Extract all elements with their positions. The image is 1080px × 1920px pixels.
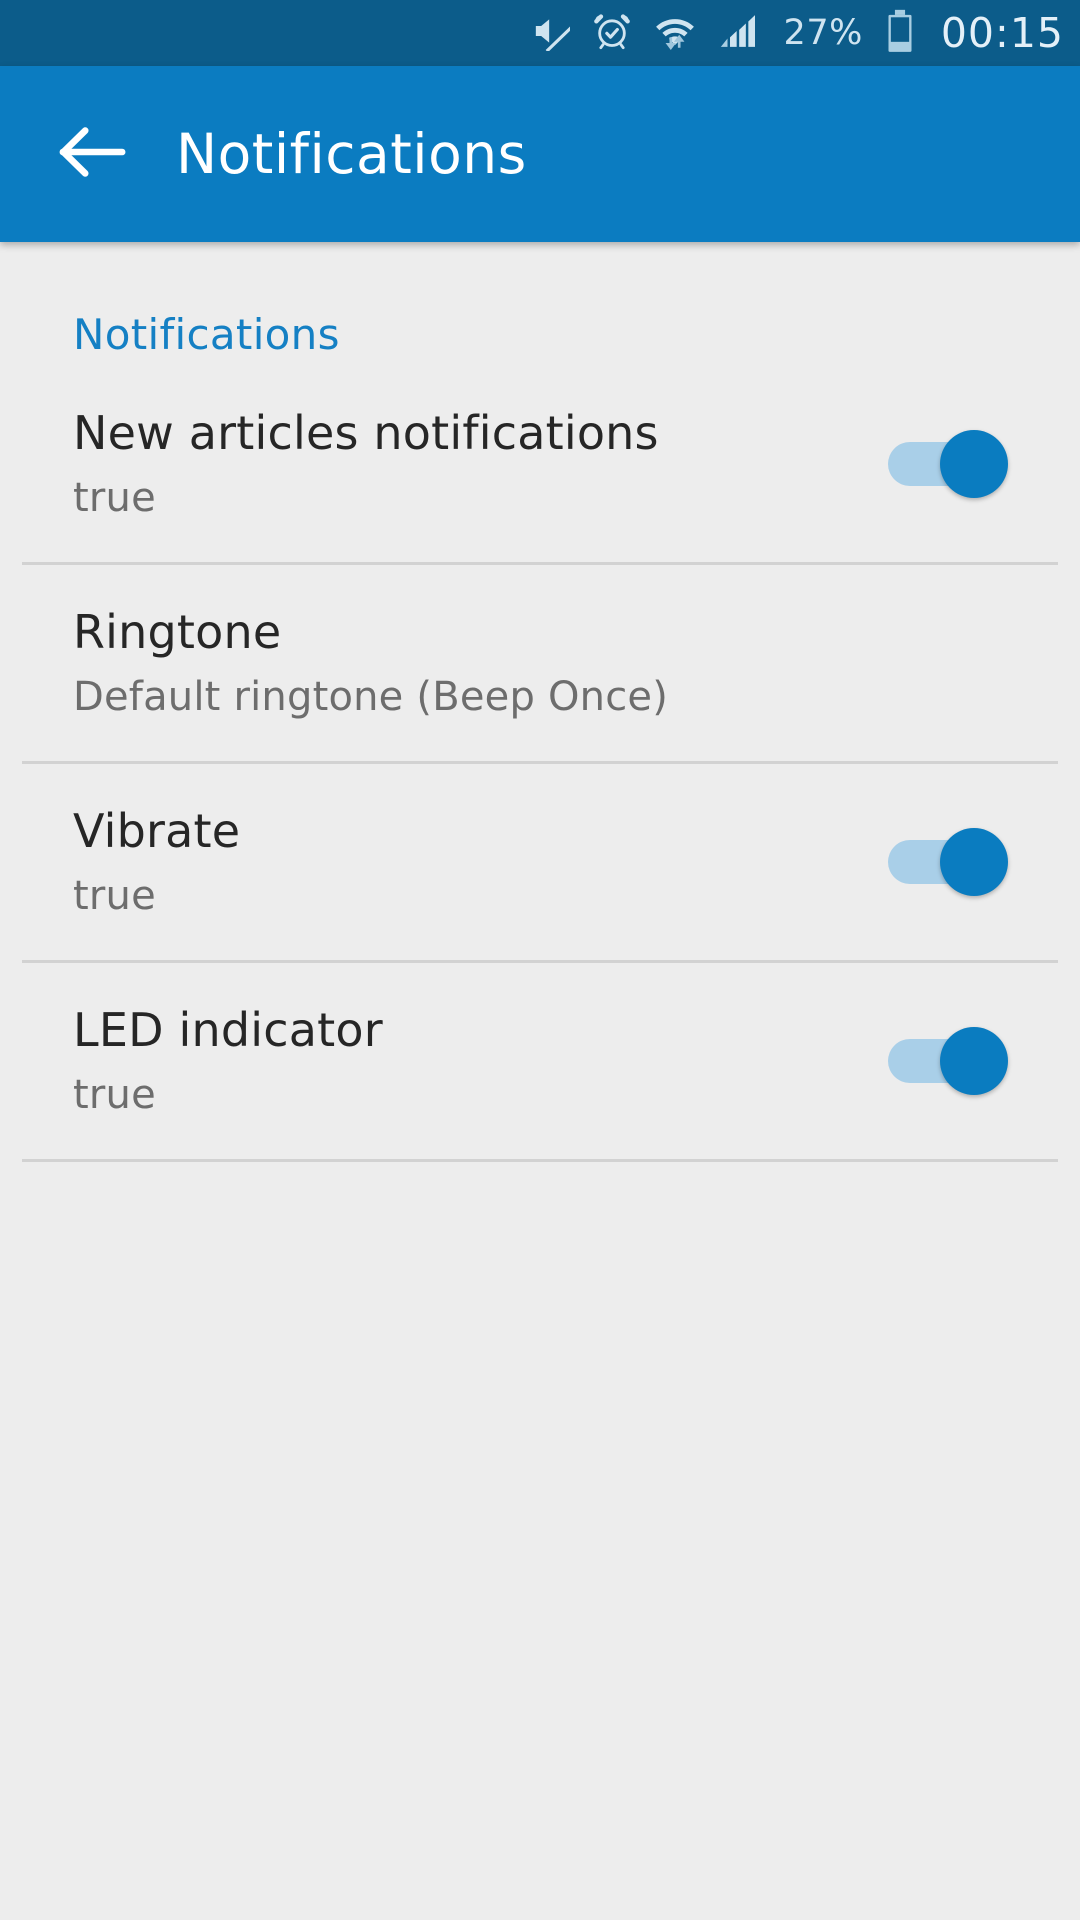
preference-title: Vibrate xyxy=(73,803,241,858)
wifi-data-icon xyxy=(654,10,696,56)
status-bar-clock: 00:15 xyxy=(940,8,1064,57)
preference-text: LED indicator true xyxy=(73,1002,888,1119)
preference-row-ringtone[interactable]: Ringtone Default ringtone (Beep Once) xyxy=(0,565,1080,761)
switch-thumb xyxy=(940,1027,1008,1095)
switch-vibrate[interactable] xyxy=(888,826,1010,898)
preference-title: Ringtone xyxy=(73,604,282,659)
preference-row-led-indicator[interactable]: LED indicator true xyxy=(0,963,1080,1159)
preference-title: LED indicator xyxy=(73,1002,383,1057)
switch-thumb xyxy=(940,828,1008,896)
battery-low-icon xyxy=(885,9,915,57)
alarm-icon xyxy=(592,11,632,55)
android-settings-screen: 27% 00:15 Notifications Notifications Ne… xyxy=(0,0,1080,1920)
preference-row-vibrate[interactable]: Vibrate true xyxy=(0,764,1080,960)
preference-list: New articles notifications true Ringtone… xyxy=(0,366,1080,1162)
battery-percent-label: 27% xyxy=(783,12,863,53)
section-header-notifications: Notifications xyxy=(73,310,340,359)
preference-text: New articles notifications true xyxy=(73,405,888,522)
switch-led-indicator[interactable] xyxy=(888,1025,1010,1097)
back-button[interactable] xyxy=(38,99,148,209)
settings-content: Notifications New articles notifications… xyxy=(0,242,1080,1920)
preference-summary: Default ringtone (Beep Once) xyxy=(73,674,669,721)
signal-bars-icon xyxy=(718,11,762,55)
switch-new-articles-notifications[interactable] xyxy=(888,428,1010,500)
status-bar-icons: 27% 00:15 xyxy=(530,9,1064,57)
status-bar: 27% 00:15 xyxy=(0,0,1080,66)
preference-text: Ringtone Default ringtone (Beep Once) xyxy=(73,604,888,721)
preference-summary: true xyxy=(73,873,156,920)
mute-icon xyxy=(530,11,577,55)
preference-summary: true xyxy=(73,1072,156,1119)
preference-row-new-articles-notifications[interactable]: New articles notifications true xyxy=(0,366,1080,562)
preference-text: Vibrate true xyxy=(73,803,888,920)
app-bar: Notifications xyxy=(0,66,1080,242)
list-divider xyxy=(22,1159,1058,1162)
preference-summary: true xyxy=(73,475,156,522)
preference-title: New articles notifications xyxy=(73,405,659,460)
page-title: Notifications xyxy=(176,121,527,186)
switch-thumb xyxy=(940,430,1008,498)
arrow-left-icon xyxy=(58,124,128,184)
